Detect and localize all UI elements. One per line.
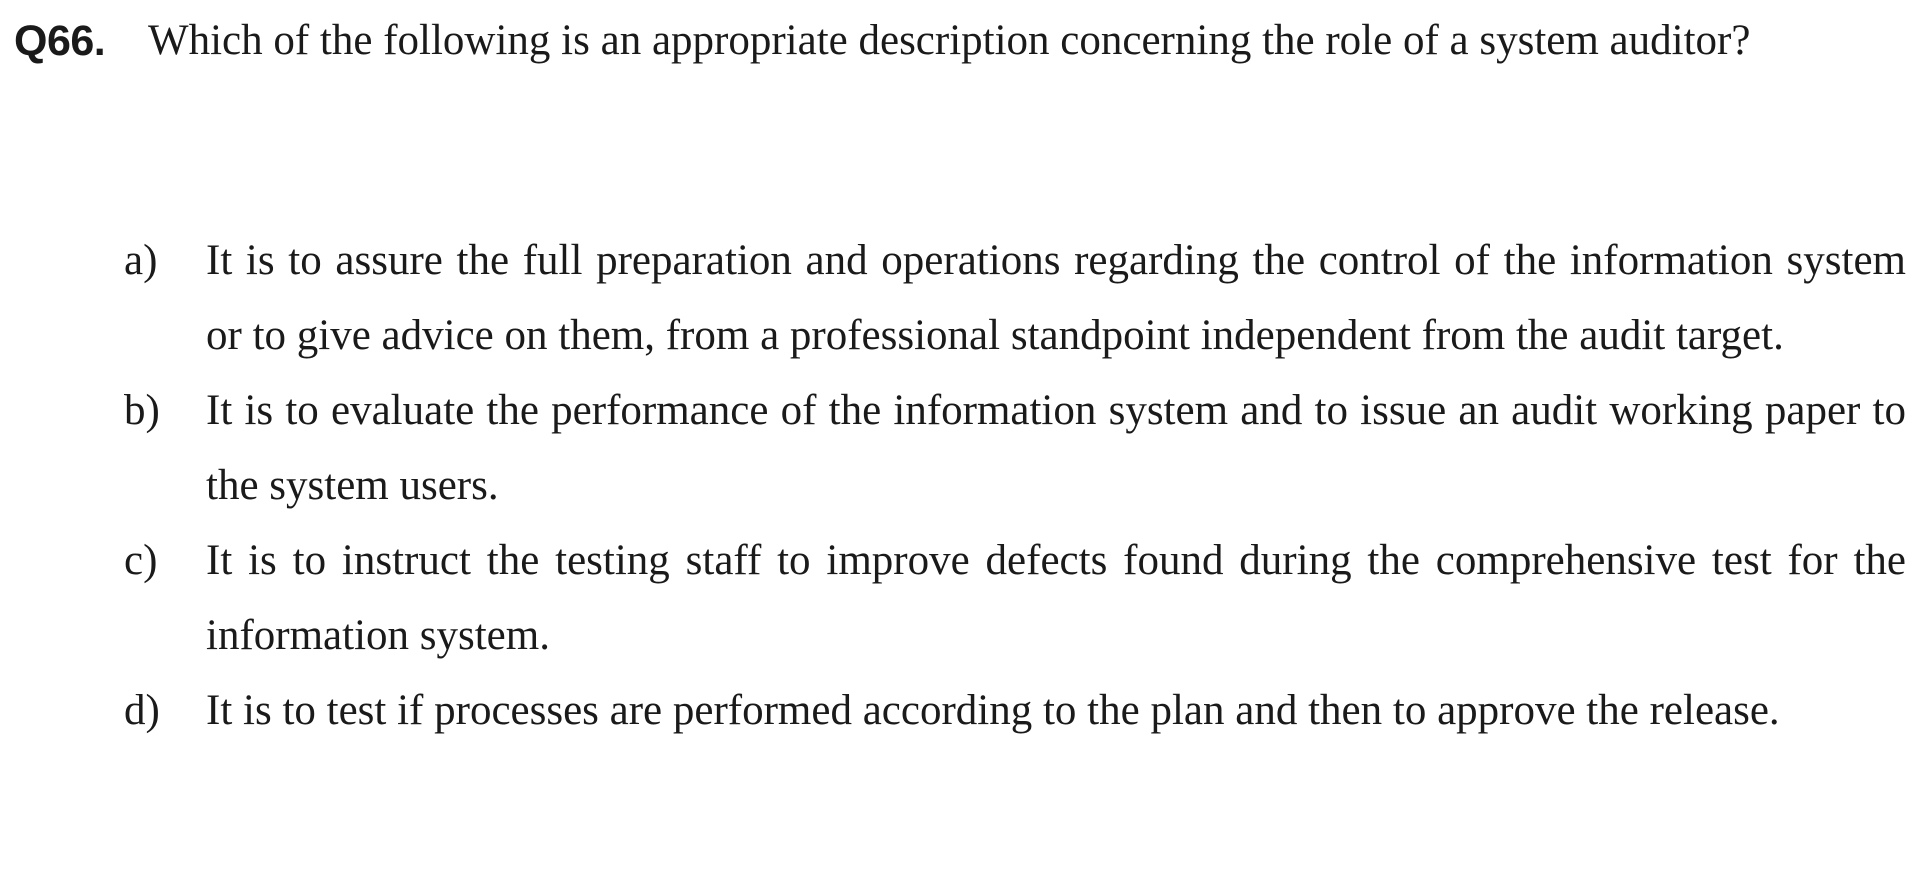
option-c: c) It is to instruct the testing staff t… — [124, 523, 1906, 673]
option-letter: a) — [124, 237, 158, 284]
option-text: It is to assure the full preparation and… — [206, 237, 1906, 359]
option-letter: d) — [124, 687, 160, 734]
answer-options: a) It is to assure the full preparation … — [124, 223, 1906, 748]
option-letter: b) — [124, 387, 160, 434]
option-a: a) It is to assure the full preparation … — [124, 223, 1906, 373]
option-text: It is to test if processes are performed… — [206, 687, 1780, 734]
option-letter: c) — [124, 537, 158, 584]
option-text: It is to instruct the testing staff to i… — [206, 537, 1906, 659]
exam-page: Q66. Which of the following is an approp… — [0, 0, 1920, 894]
option-text: It is to evaluate the performance of the… — [206, 387, 1906, 509]
question-text: Which of the following is an appropriate… — [148, 17, 1751, 64]
option-b: b) It is to evaluate the performance of … — [124, 373, 1906, 523]
question-block: Q66. Which of the following is an approp… — [14, 4, 1904, 78]
question-number: Q66. — [14, 17, 106, 65]
option-d: d) It is to test if processes are perfor… — [124, 673, 1906, 748]
